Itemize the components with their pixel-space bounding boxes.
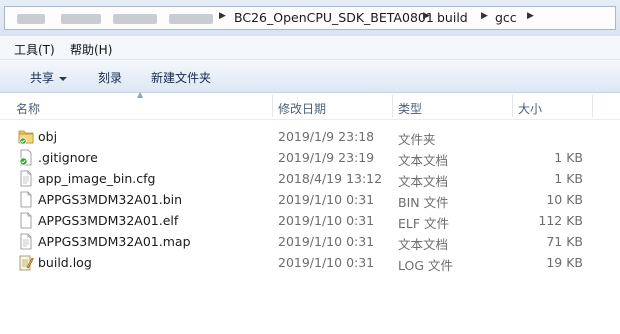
folder-icon (18, 130, 34, 145)
file-size: 71 KB (546, 234, 583, 249)
git-document-icon (19, 149, 32, 166)
file-size: 10 KB (546, 192, 583, 207)
file-row-elf[interactable]: APPGS3MDM32A01.elf 2019/1/10 0:31 ELF 文件… (0, 210, 620, 231)
file-row-app-image-bin-cfg[interactable]: app_image_bin.cfg 2018/4/19 13:12 文本文档 1… (0, 168, 620, 189)
file-type: 文本文档 (398, 237, 449, 252)
command-bar: 共享 刻录 新建文件夹 (0, 60, 620, 93)
file-date: 2018/4/19 13:12 (278, 171, 383, 186)
file-name: obj (38, 129, 58, 144)
share-button[interactable]: 共享 (30, 69, 68, 86)
file-name: app_image_bin.cfg (38, 171, 156, 186)
file-type: 文本文档 (398, 174, 449, 189)
file-name: APPGS3MDM32A01.map (38, 234, 191, 249)
file-type: BIN 文件 (398, 195, 449, 210)
file-date: 2019/1/10 0:31 (278, 255, 375, 270)
address-bar-area: ▶ BC26_OpenCPU_SDK_BETA0801 ▶ build ▶ gc… (0, 0, 620, 36)
file-name: APPGS3MDM32A01.bin (38, 192, 183, 207)
redacted-segment (169, 14, 213, 24)
file-size: 1 KB (554, 171, 583, 186)
column-header-row: ▲ 名称 修改日期 类型 大小 (0, 90, 620, 120)
share-label: 共享 (30, 71, 55, 85)
document-icon (20, 212, 32, 229)
log-document-icon (19, 255, 34, 271)
chevron-down-icon (59, 76, 68, 81)
redacted-segment (113, 14, 157, 24)
file-row-map[interactable]: APPGS3MDM32A01.map 2019/1/10 0:31 文本文档 7… (0, 231, 620, 252)
file-name: .gitignore (38, 150, 98, 165)
file-date: 2019/1/9 23:18 (278, 129, 375, 144)
file-date: 2019/1/10 0:31 (278, 213, 375, 228)
breadcrumb-separator-icon[interactable]: ▶ (219, 11, 226, 21)
breadcrumb-separator-icon[interactable]: ▶ (481, 11, 488, 21)
burn-button[interactable]: 刻录 (98, 69, 122, 86)
breadcrumb-item-build[interactable]: build (437, 10, 468, 25)
column-divider[interactable] (592, 95, 593, 117)
file-size: 19 KB (546, 255, 583, 270)
sort-ascending-icon: ▲ (137, 90, 144, 99)
column-header-name[interactable]: 名称 (16, 100, 40, 117)
file-name: APPGS3MDM32A01.elf (38, 213, 179, 228)
file-size: 1 KB (554, 150, 583, 165)
address-bar[interactable]: ▶ BC26_OpenCPU_SDK_BETA0801 ▶ build ▶ gc… (4, 6, 616, 30)
file-date: 2019/1/10 0:31 (278, 192, 375, 207)
document-icon (20, 233, 32, 250)
document-icon (20, 191, 32, 208)
column-divider[interactable] (512, 95, 513, 117)
menu-tools[interactable]: 工具(T) (14, 41, 55, 58)
file-type: 文件夹 (398, 132, 436, 147)
column-header-date[interactable]: 修改日期 (278, 100, 326, 117)
file-row-obj[interactable]: obj 2019/1/9 23:18 文件夹 (0, 126, 620, 147)
column-divider[interactable] (272, 95, 273, 117)
file-row-build-log[interactable]: build.log 2019/1/10 0:31 LOG 文件 19 KB (0, 252, 620, 273)
file-name: build.log (38, 255, 92, 270)
column-divider[interactable] (392, 95, 393, 117)
file-type: LOG 文件 (398, 258, 454, 273)
file-row-gitignore[interactable]: .gitignore 2019/1/9 23:19 文本文档 1 KB (0, 147, 620, 168)
document-icon (20, 170, 32, 187)
file-row-bin[interactable]: APPGS3MDM32A01.bin 2019/1/10 0:31 BIN 文件… (0, 189, 620, 210)
file-type: ELF 文件 (398, 216, 450, 231)
column-header-type[interactable]: 类型 (398, 100, 422, 117)
menu-help[interactable]: 帮助(H) (70, 41, 112, 58)
menu-bar: 工具(T) 帮助(H) (0, 36, 620, 60)
file-type: 文本文档 (398, 153, 449, 168)
new-folder-button[interactable]: 新建文件夹 (151, 69, 211, 86)
file-size: 112 KB (538, 213, 583, 228)
breadcrumb-item-sdk[interactable]: BC26_OpenCPU_SDK_BETA0801 (234, 10, 434, 25)
column-header-size[interactable]: 大小 (518, 100, 542, 117)
file-date: 2019/1/10 0:31 (278, 234, 375, 249)
redacted-segment (61, 14, 101, 24)
breadcrumb-separator-icon[interactable]: ▶ (527, 11, 534, 21)
breadcrumb-separator-icon[interactable]: ▶ (423, 11, 430, 21)
file-date: 2019/1/9 23:19 (278, 150, 375, 165)
breadcrumb-item-gcc[interactable]: gcc (495, 10, 517, 25)
redacted-segment (17, 14, 45, 24)
